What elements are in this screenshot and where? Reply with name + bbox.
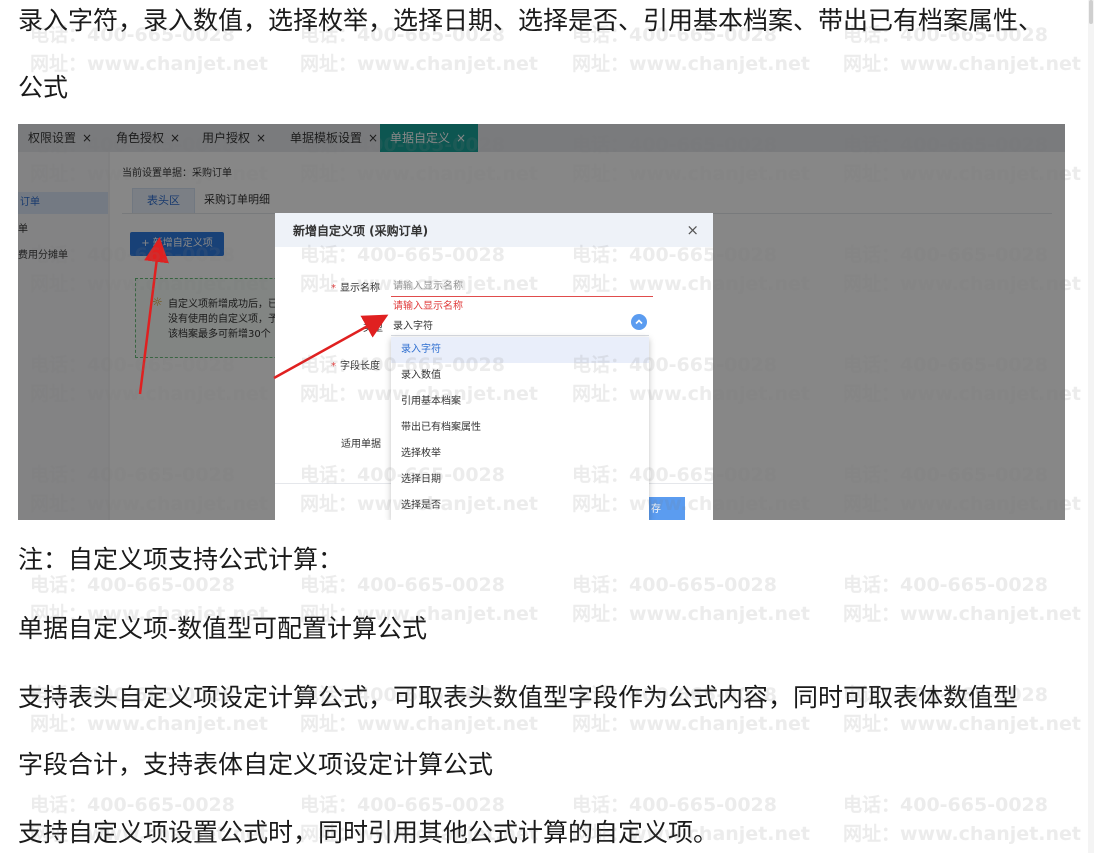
type-select-value: 录入字符 [393, 321, 433, 332]
doc-para-2a: 支持表头自定义项设定计算公式，可取表头数值型字段作为公式内容，同时可取表体数值型 [18, 683, 1019, 712]
dialog-header: 新增自定义项 (采购订单) × [275, 213, 713, 247]
type-select[interactable]: 录入字符 [391, 313, 649, 336]
watermark-site: 网址：www.chanjet.net [843, 53, 1081, 75]
scrollbar-thumb[interactable] [1089, 0, 1093, 24]
watermark-phone: 电话：400-665-0028 [572, 794, 777, 816]
embedded-screenshot: 权限设置 × 角色授权 × 用户授权 × 单据模板设置 × 单据自定义 × 订单 单 费用… [18, 124, 1065, 520]
doc-line-2: 公式 [18, 73, 69, 102]
dropdown-option[interactable]: 录入字符 [391, 337, 649, 363]
watermark-site: 网址：www.chanjet.net [572, 603, 810, 625]
dropdown-option[interactable]: 选择是否 [391, 493, 649, 519]
dropdown-option[interactable]: 选择日期 [391, 467, 649, 493]
watermark-site: 网址：www.chanjet.net [30, 53, 268, 75]
close-icon[interactable]: × [686, 221, 699, 239]
label-text: 显示名称 [340, 283, 380, 294]
required-mark: * [331, 361, 336, 372]
apply-document-label: 适用单据 [341, 439, 381, 450]
watermark-site: 网址：www.chanjet.net [572, 53, 810, 75]
watermark-site: 网址：www.chanjet.net [843, 823, 1081, 845]
watermark-phone: 电话：400-665-0028 [300, 794, 505, 816]
dropdown-option[interactable]: 录入数值 [391, 363, 649, 389]
doc-para-2b: 字段合计，支持表体自定义项设定计算公式 [18, 750, 494, 779]
doc-note: 注：自定义项支持公式计算： [18, 545, 344, 574]
watermark-phone: 电话：400-665-0028 [30, 794, 235, 816]
type-dropdown-list: 录入字符 录入数值 引用基本档案 带出已有档案属性 选择枚举 选择日期 选择是否 [391, 337, 649, 520]
doc-para-1: 单据自定义项-数值型可配置计算公式 [18, 614, 428, 643]
dropdown-option[interactable]: 引用基本档案 [391, 389, 649, 415]
display-name-error: 请输入显示名称 [393, 301, 463, 312]
doc-para-3: 支持自定义项设置公式时，同时引用其他公式计算的自定义项。 [18, 818, 719, 847]
watermark-phone: 电话：400-665-0028 [843, 794, 1048, 816]
watermark-site: 网址：www.chanjet.net [300, 53, 538, 75]
field-length-label: * 字段长度 [331, 357, 380, 372]
dropdown-option[interactable]: 带出已有档案属性 [391, 415, 649, 441]
label-text: 字段长度 [340, 361, 380, 372]
watermark-site: 网址：www.chanjet.net [572, 713, 810, 735]
watermark-site: 网址：www.chanjet.net [843, 603, 1081, 625]
add-custom-item-dialog: 新增自定义项 (采购订单) × * 显示名称 请输入显示名称 类型 录入字符 * 字… [275, 213, 713, 520]
dialog-title: 新增自定义项 (采购订单) [293, 224, 429, 238]
chevron-up-icon[interactable] [631, 314, 647, 330]
display-name-label: * 显示名称 [331, 279, 380, 294]
watermark-phone: 电话：400-665-0028 [572, 574, 777, 596]
watermark-phone: 电话：400-665-0028 [843, 574, 1048, 596]
type-label: 类型 [363, 323, 383, 334]
scrollbar[interactable] [1088, 0, 1094, 853]
watermark-site: 网址：www.chanjet.net [30, 713, 268, 735]
dropdown-option[interactable]: 选择枚举 [391, 441, 649, 467]
required-mark: * [331, 283, 336, 294]
doc-line-1: 录入字符，录入数值，选择枚举，选择日期、选择是否、引用基本档案、带出已有档案属性… [18, 6, 1044, 35]
watermark-site: 网址：www.chanjet.net [843, 713, 1081, 735]
watermark-site: 网址：www.chanjet.net [300, 713, 538, 735]
display-name-input[interactable] [391, 276, 653, 297]
